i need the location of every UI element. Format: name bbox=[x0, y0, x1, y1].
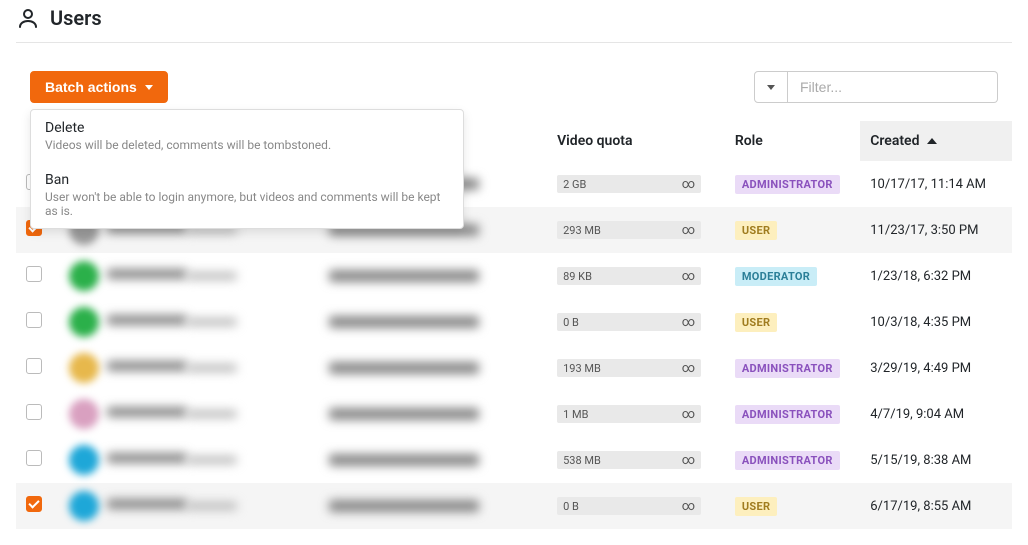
user-cell bbox=[59, 437, 319, 483]
email-cell bbox=[319, 391, 547, 437]
caret-down-icon bbox=[145, 85, 153, 90]
table-row[interactable]: 0 B ∞ USER 10/3/18, 4:35 PM bbox=[16, 299, 1012, 345]
users-icon bbox=[16, 6, 40, 30]
email-cell bbox=[319, 483, 547, 529]
email-cell bbox=[319, 345, 547, 391]
filter-dropdown-button[interactable] bbox=[754, 71, 788, 103]
avatar bbox=[69, 261, 99, 291]
table-row[interactable]: 89 KB ∞ MODERATOR 1/23/18, 6:32 PM bbox=[16, 253, 1012, 299]
filter-group bbox=[754, 71, 998, 103]
quota-cell: 89 KB ∞ bbox=[547, 253, 725, 299]
role-cell: ADMINISTRATOR bbox=[725, 437, 860, 483]
avatar bbox=[69, 445, 99, 475]
row-checkbox[interactable] bbox=[26, 358, 42, 374]
created-cell: 5/15/19, 8:38 AM bbox=[860, 437, 1012, 483]
quota-cell: 538 MB ∞ bbox=[547, 437, 725, 483]
role-badge: ADMINISTRATOR bbox=[735, 451, 840, 470]
created-cell: 4/7/19, 9:04 AM bbox=[860, 391, 1012, 437]
created-cell: 10/3/18, 4:35 PM bbox=[860, 299, 1012, 345]
row-checkbox[interactable] bbox=[26, 496, 42, 512]
role-cell: USER bbox=[725, 483, 860, 529]
quota-cell: 293 MB ∞ bbox=[547, 207, 725, 253]
quota-value: 293 MB bbox=[563, 224, 601, 237]
avatar bbox=[69, 307, 99, 337]
column-header-created[interactable]: Created bbox=[860, 121, 1012, 161]
role-cell: ADMINISTRATOR bbox=[725, 345, 860, 391]
quota-cell: 0 B ∞ bbox=[547, 299, 725, 345]
email-cell bbox=[319, 253, 547, 299]
user-cell bbox=[59, 391, 319, 437]
email-cell bbox=[319, 299, 547, 345]
created-cell: 6/17/19, 8:55 AM bbox=[860, 483, 1012, 529]
role-cell: ADMINISTRATOR bbox=[725, 161, 860, 207]
dropdown-item-ban[interactable]: Ban User won't be able to login anymore,… bbox=[31, 162, 463, 228]
infinity-icon: ∞ bbox=[682, 223, 695, 238]
quota-value: 2 GB bbox=[563, 178, 586, 191]
created-cell: 10/17/17, 11:14 AM bbox=[860, 161, 1012, 207]
table-row[interactable]: 193 MB ∞ ADMINISTRATOR 3/29/19, 4:49 PM bbox=[16, 345, 1012, 391]
row-checkbox[interactable] bbox=[26, 312, 42, 328]
batch-actions-dropdown: Delete Videos will be deleted, comments … bbox=[30, 109, 464, 229]
role-badge: USER bbox=[735, 313, 777, 332]
quota-value: 538 MB bbox=[563, 454, 601, 467]
quota-cell: 1 MB ∞ bbox=[547, 391, 725, 437]
sort-asc-icon bbox=[927, 138, 937, 144]
column-header-role[interactable]: Role bbox=[725, 121, 860, 161]
user-cell bbox=[59, 299, 319, 345]
table-row[interactable]: 0 B ∞ USER 6/17/19, 8:55 AM bbox=[16, 483, 1012, 529]
user-cell bbox=[59, 253, 319, 299]
quota-value: 1 MB bbox=[563, 408, 588, 421]
role-cell: MODERATOR bbox=[725, 253, 860, 299]
quota-cell: 193 MB ∞ bbox=[547, 345, 725, 391]
dropdown-item-title: Delete bbox=[45, 120, 449, 136]
dropdown-item-title: Ban bbox=[45, 172, 449, 188]
infinity-icon: ∞ bbox=[682, 453, 695, 468]
row-checkbox[interactable] bbox=[26, 266, 42, 282]
quota-value: 193 MB bbox=[563, 362, 601, 375]
created-cell: 1/23/18, 6:32 PM bbox=[860, 253, 1012, 299]
role-cell: USER bbox=[725, 299, 860, 345]
quota-value: 89 KB bbox=[563, 270, 592, 283]
infinity-icon: ∞ bbox=[682, 177, 695, 192]
quota-cell: 0 B ∞ bbox=[547, 483, 725, 529]
quota-value: 0 B bbox=[563, 316, 579, 329]
role-cell: USER bbox=[725, 207, 860, 253]
quota-cell: 2 GB ∞ bbox=[547, 161, 725, 207]
created-cell: 11/23/17, 3:50 PM bbox=[860, 207, 1012, 253]
created-cell: 3/29/19, 4:49 PM bbox=[860, 345, 1012, 391]
user-cell bbox=[59, 483, 319, 529]
table-row[interactable]: 538 MB ∞ ADMINISTRATOR 5/15/19, 8:38 AM bbox=[16, 437, 1012, 483]
column-header-quota[interactable]: Video quota bbox=[547, 121, 725, 161]
role-badge: USER bbox=[735, 221, 777, 240]
page-title: Users bbox=[50, 6, 102, 30]
infinity-icon: ∞ bbox=[682, 499, 695, 514]
user-cell bbox=[59, 345, 319, 391]
page-header: Users bbox=[16, 0, 1012, 43]
avatar bbox=[69, 399, 99, 429]
role-badge: USER bbox=[735, 497, 777, 516]
infinity-icon: ∞ bbox=[682, 315, 695, 330]
dropdown-item-desc: User won't be able to login anymore, but… bbox=[45, 190, 449, 218]
avatar bbox=[69, 353, 99, 383]
dropdown-item-delete[interactable]: Delete Videos will be deleted, comments … bbox=[31, 110, 463, 162]
batch-actions-label: Batch actions bbox=[45, 79, 137, 95]
avatar bbox=[69, 491, 99, 521]
batch-actions-button[interactable]: Batch actions bbox=[30, 71, 168, 103]
infinity-icon: ∞ bbox=[682, 407, 695, 422]
infinity-icon: ∞ bbox=[682, 361, 695, 376]
dropdown-item-desc: Videos will be deleted, comments will be… bbox=[45, 138, 449, 152]
row-checkbox[interactable] bbox=[26, 404, 42, 420]
role-cell: ADMINISTRATOR bbox=[725, 391, 860, 437]
role-badge: ADMINISTRATOR bbox=[735, 359, 840, 378]
table-row[interactable]: 1 MB ∞ ADMINISTRATOR 4/7/19, 9:04 AM bbox=[16, 391, 1012, 437]
caret-down-icon bbox=[767, 85, 775, 90]
role-badge: ADMINISTRATOR bbox=[735, 175, 840, 194]
email-cell bbox=[319, 437, 547, 483]
quota-value: 0 B bbox=[563, 500, 579, 513]
row-checkbox[interactable] bbox=[26, 450, 42, 466]
role-badge: ADMINISTRATOR bbox=[735, 405, 840, 424]
infinity-icon: ∞ bbox=[682, 269, 695, 284]
role-badge: MODERATOR bbox=[735, 267, 817, 286]
filter-input[interactable] bbox=[788, 71, 998, 103]
